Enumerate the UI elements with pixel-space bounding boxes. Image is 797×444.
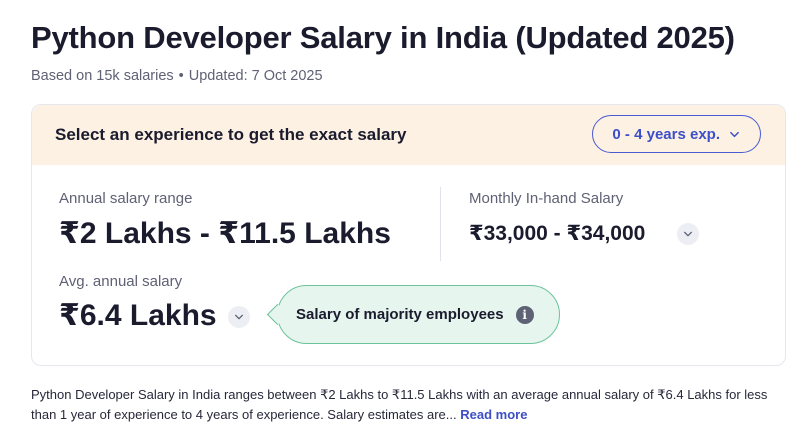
tooltip-text: Salary of majority employees: [296, 306, 504, 323]
experience-bar: Select an experience to get the exact sa…: [32, 105, 785, 165]
majority-salary-tooltip: Salary of majority employees i: [277, 285, 560, 344]
description-text: Python Developer Salary in India ranges …: [31, 387, 768, 422]
experience-dropdown[interactable]: 0 - 4 years exp.: [592, 115, 761, 153]
meta-separator: •: [178, 68, 184, 84]
salary-card: Select an experience to get the exact sa…: [31, 104, 786, 366]
annual-range-label: Annual salary range: [59, 190, 193, 207]
annual-range-value: ₹2 Lakhs - ₹11.5 Lakhs: [59, 217, 391, 250]
page-meta: Based on 15k salaries • Updated: 7 Oct 202…: [31, 68, 323, 84]
monthly-salary-label: Monthly In-hand Salary: [469, 190, 624, 207]
monthly-expand-button[interactable]: [677, 223, 699, 245]
salary-count: Based on 15k salaries: [31, 68, 174, 84]
avg-salary-value: ₹6.4 Lakhs: [59, 299, 217, 332]
read-more-link[interactable]: Read more: [460, 407, 527, 422]
chevron-down-icon: [684, 231, 692, 237]
chevron-down-icon: [730, 131, 739, 137]
column-divider: [440, 187, 441, 261]
info-icon[interactable]: i: [515, 305, 534, 324]
chevron-down-icon: [235, 314, 243, 320]
avg-expand-button[interactable]: [228, 306, 250, 328]
experience-prompt: Select an experience to get the exact sa…: [55, 125, 407, 144]
updated-date: Updated: 7 Oct 2025: [188, 68, 323, 84]
avg-salary-label: Avg. annual salary: [59, 273, 183, 290]
page-title: Python Developer Salary in India (Update…: [31, 20, 735, 55]
monthly-salary-value: ₹33,000 - ₹34,000: [469, 222, 646, 245]
salary-description: Python Developer Salary in India ranges …: [31, 385, 781, 425]
experience-selected: 0 - 4 years exp.: [612, 125, 720, 143]
